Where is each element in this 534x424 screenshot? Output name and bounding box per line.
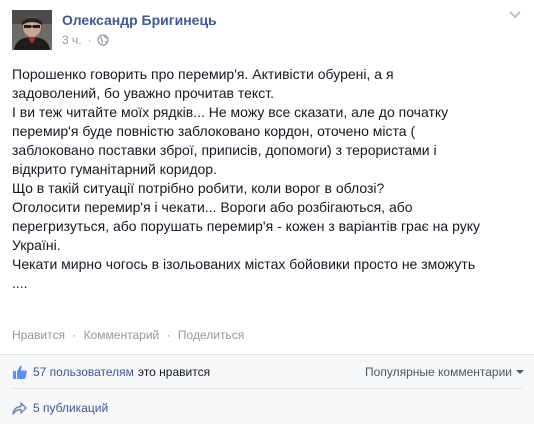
facebook-post: Олександр Бригинець 3 ч. · Порошенко гов… (0, 0, 534, 424)
post-text-line: задоволений, бо уважно прочитав текст. (12, 85, 274, 101)
globe-icon[interactable] (96, 34, 109, 46)
post-actions: Нравится · Комментарий · Поделиться (12, 328, 244, 342)
feedback-panel: 57 пользователям это нравится Популярные… (0, 354, 534, 424)
post-text-line: Що в такій ситуації потрібно робити, кол… (12, 180, 385, 196)
post-time[interactable]: 3 ч. (62, 33, 82, 47)
likes-suffix: это нравится (137, 365, 211, 379)
like-thumb-icon (13, 365, 27, 379)
post-text-line: Порошенко говорить про перемир'я. Активі… (12, 66, 394, 82)
author-name[interactable]: Олександр Бригинець (62, 12, 217, 28)
post-meta: 3 ч. · (62, 32, 109, 48)
avatar-image (12, 10, 52, 50)
action-separator: · (166, 328, 171, 342)
post-text-line: перегризуться, або порушать перемир'я - … (12, 218, 480, 234)
share-arrow-icon (12, 401, 27, 415)
post-text-line: .... (12, 275, 28, 291)
action-separator: · (72, 328, 77, 342)
panel-divider (12, 388, 522, 389)
likes-count-link[interactable]: 57 пользователям (33, 365, 134, 379)
shares-count-link[interactable]: 5 публикаций (33, 401, 108, 415)
post-text-line: перемир'я буде повністю заблоковано корд… (12, 123, 416, 139)
post-text-line: заблоковано поставки зброї, приписів, до… (12, 142, 437, 158)
likes-summary: 57 пользователям это нравится (12, 363, 210, 381)
post-text-line: Чекати мирно чогось в ізольованих містах… (12, 256, 476, 272)
share-link[interactable]: Поделиться (178, 328, 244, 342)
shares-summary: 5 публикаций (12, 399, 108, 417)
post-text-line: Оголосити перемир'я і чекати... Вороги а… (12, 199, 413, 215)
post-text-line: відкрито гуманітарний коридор. (12, 161, 217, 177)
post-text-line: І ви теж читайте моїх рядків... Не можу … (12, 104, 449, 120)
comment-sort-label: Популярные комментарии (365, 365, 512, 379)
comment-sort-dropdown[interactable]: Популярные комментарии (365, 363, 524, 381)
chevron-down-icon[interactable] (508, 10, 522, 20)
meta-separator: · (87, 33, 92, 47)
post-text-line: Україні. (12, 237, 61, 253)
comment-link[interactable]: Комментарий (84, 328, 160, 342)
avatar[interactable] (12, 10, 52, 50)
like-link[interactable]: Нравится (12, 328, 65, 342)
caret-down-icon (516, 370, 524, 374)
post-text: Порошенко говорить про перемир'я. Активі… (12, 65, 512, 293)
